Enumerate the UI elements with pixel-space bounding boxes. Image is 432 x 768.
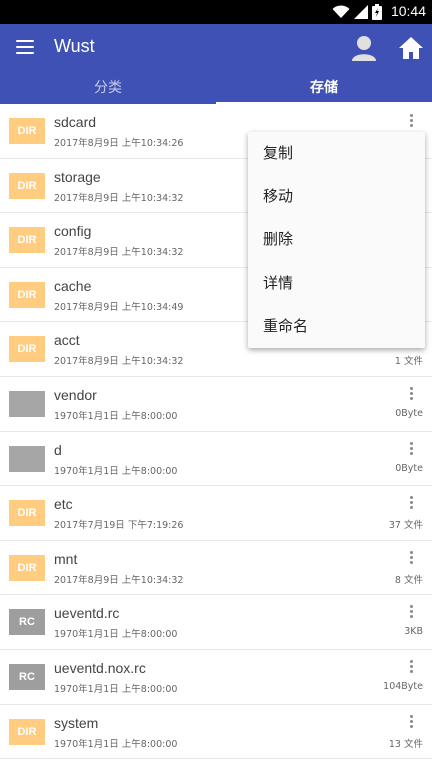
file-meta: 3KB: [404, 626, 423, 638]
file-row[interactable]: DIR system 1970年1月1日 上午8:00:00 13 文件: [0, 704, 432, 760]
folder-icon: DIR: [9, 336, 45, 363]
file-row[interactable]: RC ueventd.nox.rc 1970年1月1日 上午8:00:00 104By…: [0, 649, 432, 705]
file-name: ueventd.rc: [54, 605, 120, 622]
file-date: 1970年1月1日 上午8:00:00: [54, 683, 178, 695]
status-time: 10:44: [390, 3, 426, 19]
folder-icon: DIR: [9, 172, 45, 199]
rc-file-icon: RC: [9, 609, 45, 636]
file-icon: [9, 390, 45, 417]
file-name: config: [54, 223, 92, 240]
file-name: mnt: [54, 550, 78, 567]
status-bar: 10:44: [0, 0, 432, 24]
menu-item-rename[interactable]: 重命名: [248, 305, 425, 348]
more-vert-icon[interactable]: [410, 441, 414, 458]
menu-item-delete[interactable]: 删除: [248, 218, 425, 261]
file-date: 2017年8月9日 上午10:34:32: [54, 574, 184, 586]
menu-item-move[interactable]: 移动: [248, 175, 425, 218]
more-vert-icon[interactable]: [410, 714, 414, 731]
file-meta: 13 文件: [388, 738, 423, 750]
menu-icon[interactable]: [16, 40, 34, 54]
file-name: sdcard: [54, 114, 97, 130]
rc-file-icon: RC: [9, 663, 45, 690]
file-meta: 1 文件: [394, 356, 423, 368]
file-name: etc: [54, 496, 73, 513]
folder-icon: DIR: [9, 554, 45, 581]
battery-icon: [372, 4, 382, 20]
app-bar: Wust: [0, 24, 432, 74]
tab-storage[interactable]: 存储: [216, 74, 432, 104]
file-row[interactable]: DIR etc 2017年7月19日 下午7:19:26 37 文件: [0, 486, 432, 541]
more-vert-icon[interactable]: [410, 386, 414, 403]
folder-icon: DIR: [9, 118, 45, 144]
menu-item-details[interactable]: 详情: [248, 262, 425, 305]
folder-icon: DIR: [9, 500, 45, 527]
tab-bar: 分类 存储: [0, 74, 432, 104]
file-meta: 0Byte: [395, 407, 423, 419]
file-row[interactable]: vendor 1970年1月1日 上午8:00:00 0Byte: [0, 376, 432, 432]
home-icon[interactable]: [398, 34, 424, 62]
file-meta: 0Byte: [395, 462, 423, 474]
file-meta: 37 文件: [388, 520, 423, 532]
wifi-icon: [332, 5, 350, 18]
file-date: 2017年7月19日 下午7:19:26: [54, 520, 184, 532]
file-name: cache: [54, 277, 92, 294]
file-name: vendor: [54, 386, 97, 403]
file-name: ueventd.nox.rc: [54, 659, 146, 676]
file-date: 2017年8月9日 上午10:34:49: [54, 301, 184, 313]
file-meta: 104Byte: [383, 680, 423, 692]
menu-item-copy[interactable]: 复制: [248, 132, 425, 175]
file-meta: 8 文件: [394, 574, 423, 586]
file-row[interactable]: DIR mnt 2017年8月9日 上午10:34:32 8 文件: [0, 540, 432, 596]
file-date: 1970年1月1日 上午8:00:00: [54, 738, 178, 750]
status-icons: [332, 3, 382, 21]
more-vert-icon[interactable]: [410, 114, 414, 130]
file-name: d: [54, 441, 62, 458]
file-date: 1970年1月1日 上午8:00:00: [54, 629, 178, 641]
context-menu: 复制 移动 删除 详情 重命名: [248, 132, 425, 348]
file-name: system: [54, 714, 99, 731]
folder-icon: DIR: [9, 227, 45, 254]
more-vert-icon[interactable]: [410, 550, 414, 567]
more-vert-icon[interactable]: [410, 605, 414, 621]
file-date: 1970年1月1日 上午8:00:00: [54, 410, 178, 422]
signal-icon: [354, 5, 368, 19]
file-date: 2017年8月9日 上午10:34:26: [54, 138, 184, 149]
file-name: acct: [54, 332, 80, 349]
folder-icon: DIR: [9, 281, 45, 308]
file-date: 2017年8月9日 上午10:34:32: [54, 356, 184, 368]
more-vert-icon[interactable]: [410, 659, 414, 676]
folder-icon: DIR: [9, 718, 45, 745]
app-title: Wust: [54, 36, 95, 56]
more-vert-icon[interactable]: [410, 496, 414, 512]
bottom-spacer: [0, 760, 432, 768]
file-date: 1970年1月1日 上午8:00:00: [54, 465, 178, 477]
file-date: 2017年8月9日 上午10:34:32: [54, 192, 184, 204]
file-date: 2017年8月9日 上午10:34:32: [54, 247, 184, 259]
file-row[interactable]: d 1970年1月1日 上午8:00:00 0Byte: [0, 431, 432, 487]
tab-category[interactable]: 分类: [0, 74, 216, 104]
file-name: storage: [54, 168, 101, 185]
file-row[interactable]: RC ueventd.rc 1970年1月1日 上午8:00:00 3KB: [0, 595, 432, 650]
avatar-icon[interactable]: [351, 34, 377, 62]
file-icon: [9, 445, 45, 472]
